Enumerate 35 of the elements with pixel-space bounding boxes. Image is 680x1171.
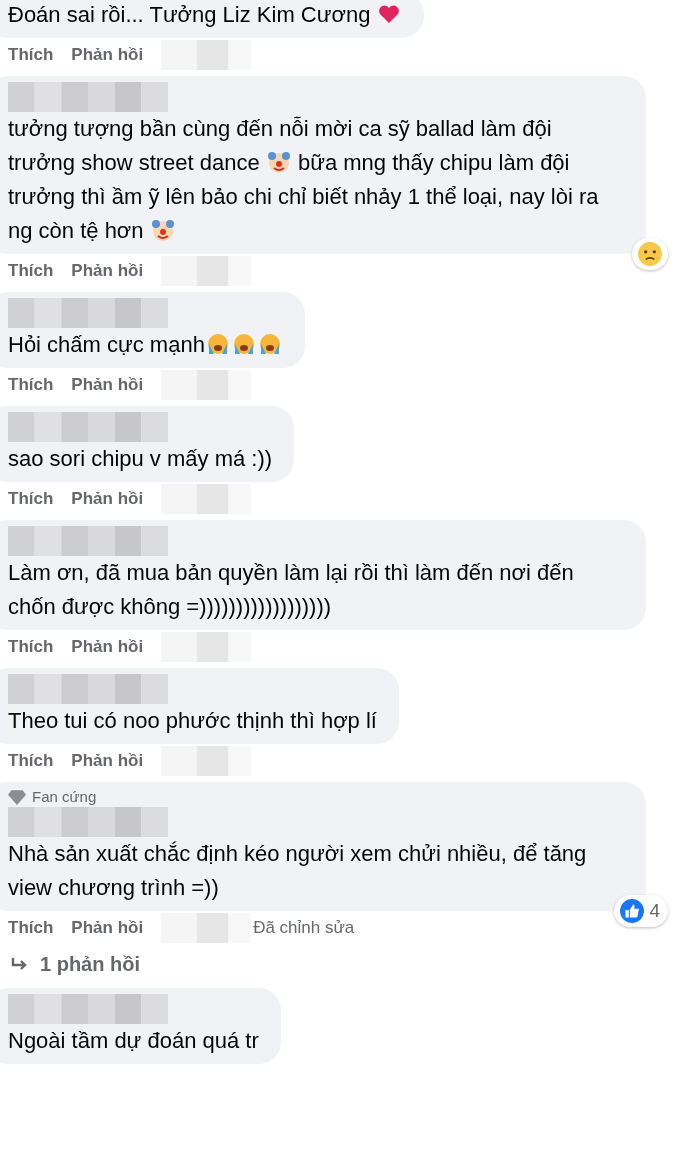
comment-text: Theo tui có noo phước thịnh thì hợp lí	[8, 707, 377, 735]
edited-label: Đã chỉnh sửa	[253, 918, 355, 938]
comment-action-link[interactable]: Thích	[8, 375, 54, 395]
diamond-icon	[8, 788, 26, 805]
comment-action-link[interactable]: Thích	[8, 918, 54, 938]
comment-action-link[interactable]: Thích	[8, 637, 54, 657]
comment-text: Đoán sai rồi... Tưởng Liz Kim Cương	[8, 0, 403, 32]
comment-text: tưởng tượng bần cùng đến nỗi mời ca sỹ ballad làm đội trưởng show street dance bữa mng thấy chipu làm đội trưởng thì ầm ỹ lên bảo chi chỉ biết nhảy 1 thể loại, nay lòi ra ng còn tệ hơn	[8, 115, 600, 245]
view-replies-link[interactable]: 1 phản hồi	[0, 949, 140, 988]
clown-face-icon	[266, 150, 291, 174]
thumbs-up-icon	[619, 898, 646, 924]
comment-text: Hỏi chấm cực mạnh	[8, 328, 283, 362]
comment-action-link[interactable]: Phản hồi	[71, 751, 144, 771]
comment-text: Ngoài tầm dự đoán quá tr	[8, 1027, 259, 1055]
crying-face-icon	[205, 332, 230, 356]
comment-action-link[interactable]: Phản hồi	[71, 375, 144, 395]
crying-face-icon	[231, 332, 256, 356]
clown-face-icon	[150, 218, 175, 242]
comment-action-link[interactable]: Thích	[8, 45, 54, 65]
reaction-badge[interactable]: 4	[614, 895, 668, 927]
comment-action-link[interactable]: Thích	[8, 751, 54, 771]
comment-action-link[interactable]: Phản hồi	[71, 918, 144, 938]
comment-action-link[interactable]: Phản hồi	[71, 489, 144, 509]
fan-badge-label: Fan cứng	[32, 788, 97, 805]
comment-text: sao sori chipu v mấy má :))	[8, 445, 273, 473]
reaction-badge[interactable]	[632, 238, 668, 270]
comment-action-link[interactable]: Phản hồi	[71, 261, 144, 281]
comment-action-link[interactable]: Thích	[8, 489, 54, 509]
comment-action-link[interactable]: Phản hồi	[71, 45, 144, 65]
comment-action-link[interactable]: Phản hồi	[71, 637, 144, 657]
crying-face-icon	[257, 332, 282, 356]
comment-text: Nhà sản xuất chắc định kéo người xem chửi nhiều, để tăng view chương trình =))	[8, 840, 588, 902]
sad-face-icon	[637, 241, 663, 267]
comment-text: Làm ơn, đã mua bản quyền làm lại rồi thì làm đến nơi đến chốn được không =))))))))))))))))))	[8, 559, 575, 621]
comment-action-link[interactable]: Thích	[8, 261, 54, 281]
